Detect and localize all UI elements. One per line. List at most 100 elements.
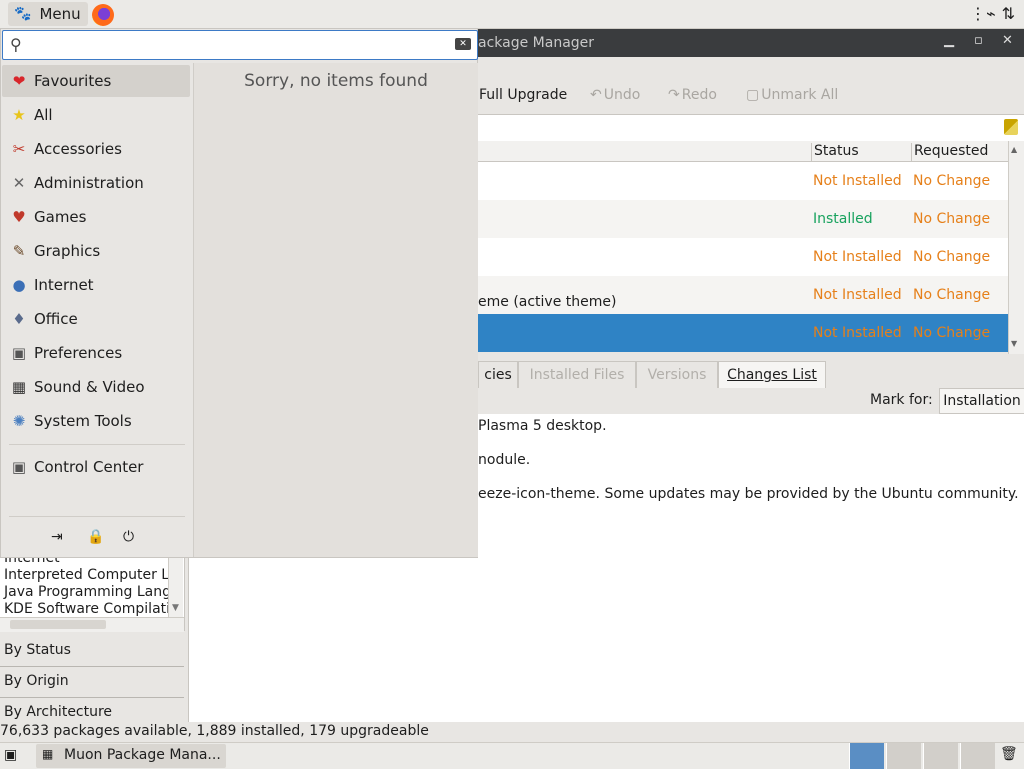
menu-category-internet[interactable]: ● Internet — [2, 269, 190, 301]
menu-search-box[interactable]: ⚲ ✕ — [2, 30, 478, 60]
by-status-section[interactable]: By Status — [0, 636, 184, 667]
show-desktop-icon[interactable]: ▣ — [4, 747, 17, 763]
list-item[interactable]: KDE Software Compilati — [4, 601, 170, 617]
application-menu: ⚲ ✕ ❤ Favourites ★ All ✂ Accessories ✕ Administ… — [0, 28, 478, 558]
tab-dependencies[interactable]: cies — [478, 361, 518, 388]
broom-icon[interactable] — [1004, 119, 1018, 135]
category-pane: ❤ Favourites ★ All ✂ Accessories ✕ Administrati… — [1, 63, 192, 557]
search-icon: ⚲ — [10, 35, 22, 54]
menu-category-label: Games — [34, 208, 87, 226]
tab-installed-files[interactable]: Installed Files — [518, 361, 636, 388]
gnome-foot-icon: 🐾 — [14, 6, 32, 22]
search-input[interactable] — [31, 34, 445, 58]
unmark-all-button[interactable]: ▢ Unmark All — [746, 87, 838, 103]
details-line: Plasma 5 desktop. — [478, 418, 607, 434]
list-item[interactable]: Interpreted Computer La — [4, 567, 178, 583]
workspace-1[interactable] — [849, 743, 884, 769]
workspace-2[interactable] — [886, 743, 921, 769]
scroll-down-icon[interactable]: ▼ — [1011, 339, 1017, 348]
menu-category-label: Preferences — [34, 344, 123, 362]
menu-category-control-center[interactable]: ▣ Control Center — [2, 451, 190, 483]
menu-category-all[interactable]: ★ All — [2, 99, 190, 131]
menu-category-favourites[interactable]: ❤ Favourites — [2, 65, 190, 97]
menu-category-games[interactable]: ♥ Games — [2, 201, 190, 233]
package-list-scrollbar[interactable]: ▲ ▼ — [1008, 141, 1024, 354]
tab-changes-list[interactable]: Changes List — [718, 361, 826, 388]
package-details: Plasma 5 desktop. nodule. eeze-icon-them… — [478, 414, 1024, 722]
menu-category-accessories[interactable]: ✂ Accessories — [2, 133, 190, 165]
table-row[interactable]: Installed No Change — [478, 200, 1008, 238]
undo-icon: ↶ — [590, 87, 602, 103]
logout-icon[interactable]: ⇥ — [51, 529, 63, 545]
package-status: Not Installed — [813, 249, 902, 265]
redo-button[interactable]: ↷ Redo — [668, 87, 717, 103]
menu-category-label: Administration — [34, 174, 144, 192]
workspace-3[interactable] — [923, 743, 958, 769]
menu-button[interactable]: 🐾 Menu — [8, 2, 88, 26]
menu-category-administration[interactable]: ✕ Administration — [2, 167, 190, 199]
menu-category-label: Internet — [34, 276, 94, 294]
list-item[interactable]: Java Programming Lang — [4, 584, 171, 600]
status-text: 76,633 packages available, 1,889 install… — [0, 723, 429, 739]
mark-for-installation-button[interactable]: Installation — [939, 388, 1024, 414]
close-icon[interactable]: ✕ — [1002, 33, 1013, 48]
preferences-icon: ▣ — [11, 344, 27, 362]
menu-category-sound-video[interactable]: ▦ Sound & Video — [2, 371, 190, 403]
menu-category-office[interactable]: ♦ Office — [2, 303, 190, 335]
control-center-icon: ▣ — [11, 458, 27, 476]
requested-column-header[interactable]: Requested — [911, 143, 988, 163]
menu-category-graphics[interactable]: ✎ Graphics — [2, 235, 190, 267]
window-titlebar[interactable]: ackage Manager ▁ ▫ ✕ — [478, 29, 1024, 57]
tools-icon: ✕ — [12, 174, 26, 192]
session-controls: ⇥ 🔒 ⏻ — [1, 521, 192, 557]
firefox-icon[interactable] — [92, 4, 114, 26]
by-origin-section[interactable]: By Origin — [0, 667, 184, 698]
package-list: Not Installed No Change Installed No Cha… — [478, 162, 1008, 352]
full-upgrade-label: Full Upgrade — [479, 87, 568, 103]
scroll-thumb[interactable] — [10, 620, 106, 629]
status-column-header[interactable]: Status — [811, 143, 859, 163]
trash-icon[interactable]: 🗑 — [1000, 746, 1018, 762]
minimize-icon[interactable]: ▁ — [944, 33, 954, 48]
menu-separator — [9, 516, 185, 517]
power-icon[interactable]: ⏻ — [123, 529, 134, 545]
category-list-scrollbar[interactable]: ▼ — [168, 557, 183, 617]
by-origin-label: By Origin — [4, 673, 69, 689]
undo-button[interactable]: ↶ Undo — [590, 87, 640, 103]
clear-search-icon[interactable]: ✕ — [455, 38, 471, 50]
menu-category-label: Graphics — [34, 242, 101, 260]
gear-icon: ✺ — [12, 412, 26, 430]
table-row[interactable]: Not Installed No Change — [478, 162, 1008, 200]
tab-versions[interactable]: Versions — [636, 361, 718, 388]
taskbar-muon-window[interactable]: ▦ Muon Package Mana... — [36, 744, 226, 768]
update-icon[interactable]: ⇅ — [1002, 4, 1015, 23]
workspace-4[interactable] — [960, 743, 995, 769]
scroll-up-icon[interactable]: ▲ — [1011, 145, 1017, 154]
bottom-taskbar: ▣ ▦ Muon Package Mana... 🗑 — [0, 742, 1024, 769]
redo-icon: ↷ — [668, 87, 680, 103]
network-icon[interactable]: ⋮⌁ — [970, 4, 996, 23]
system-tray: ⋮⌁ ⇅ — [970, 4, 1015, 23]
package-requested: No Change — [913, 173, 991, 189]
table-row[interactable]: eme (active theme) Not Installed No Chan… — [478, 276, 1008, 314]
muon-icon: ▦ — [42, 747, 54, 761]
scroll-down-icon[interactable]: ▼ — [172, 603, 179, 613]
full-upgrade-button[interactable]: Full Upgrade — [479, 87, 567, 103]
table-row-selected[interactable]: Not Installed No Change — [478, 314, 1008, 352]
maximize-icon[interactable]: ▫ — [974, 33, 983, 48]
package-status: Not Installed — [813, 325, 902, 341]
detail-tabs: cies Installed Files Versions Changes Li… — [478, 361, 1024, 388]
cards-icon: ♥ — [12, 208, 26, 226]
lock-icon[interactable]: 🔒 — [87, 529, 104, 545]
search-filter-bar[interactable] — [478, 114, 1024, 142]
toolbar: Full Upgrade ↶ Undo ↷ Redo ▢ Unmark All — [478, 57, 1024, 113]
package-requested: No Change — [913, 249, 991, 265]
menu-category-label: Favourites — [34, 72, 112, 90]
category-list-hscrollbar[interactable] — [0, 617, 184, 632]
menu-category-label: Control Center — [34, 458, 144, 476]
menu-category-preferences[interactable]: ▣ Preferences — [2, 337, 190, 369]
details-line: eeze-icon-theme. Some updates may be pro… — [478, 486, 1019, 502]
list-item[interactable]: Internet — [4, 557, 60, 566]
menu-category-system-tools[interactable]: ✺ System Tools — [2, 405, 190, 437]
table-row[interactable]: Not Installed No Change — [478, 238, 1008, 276]
